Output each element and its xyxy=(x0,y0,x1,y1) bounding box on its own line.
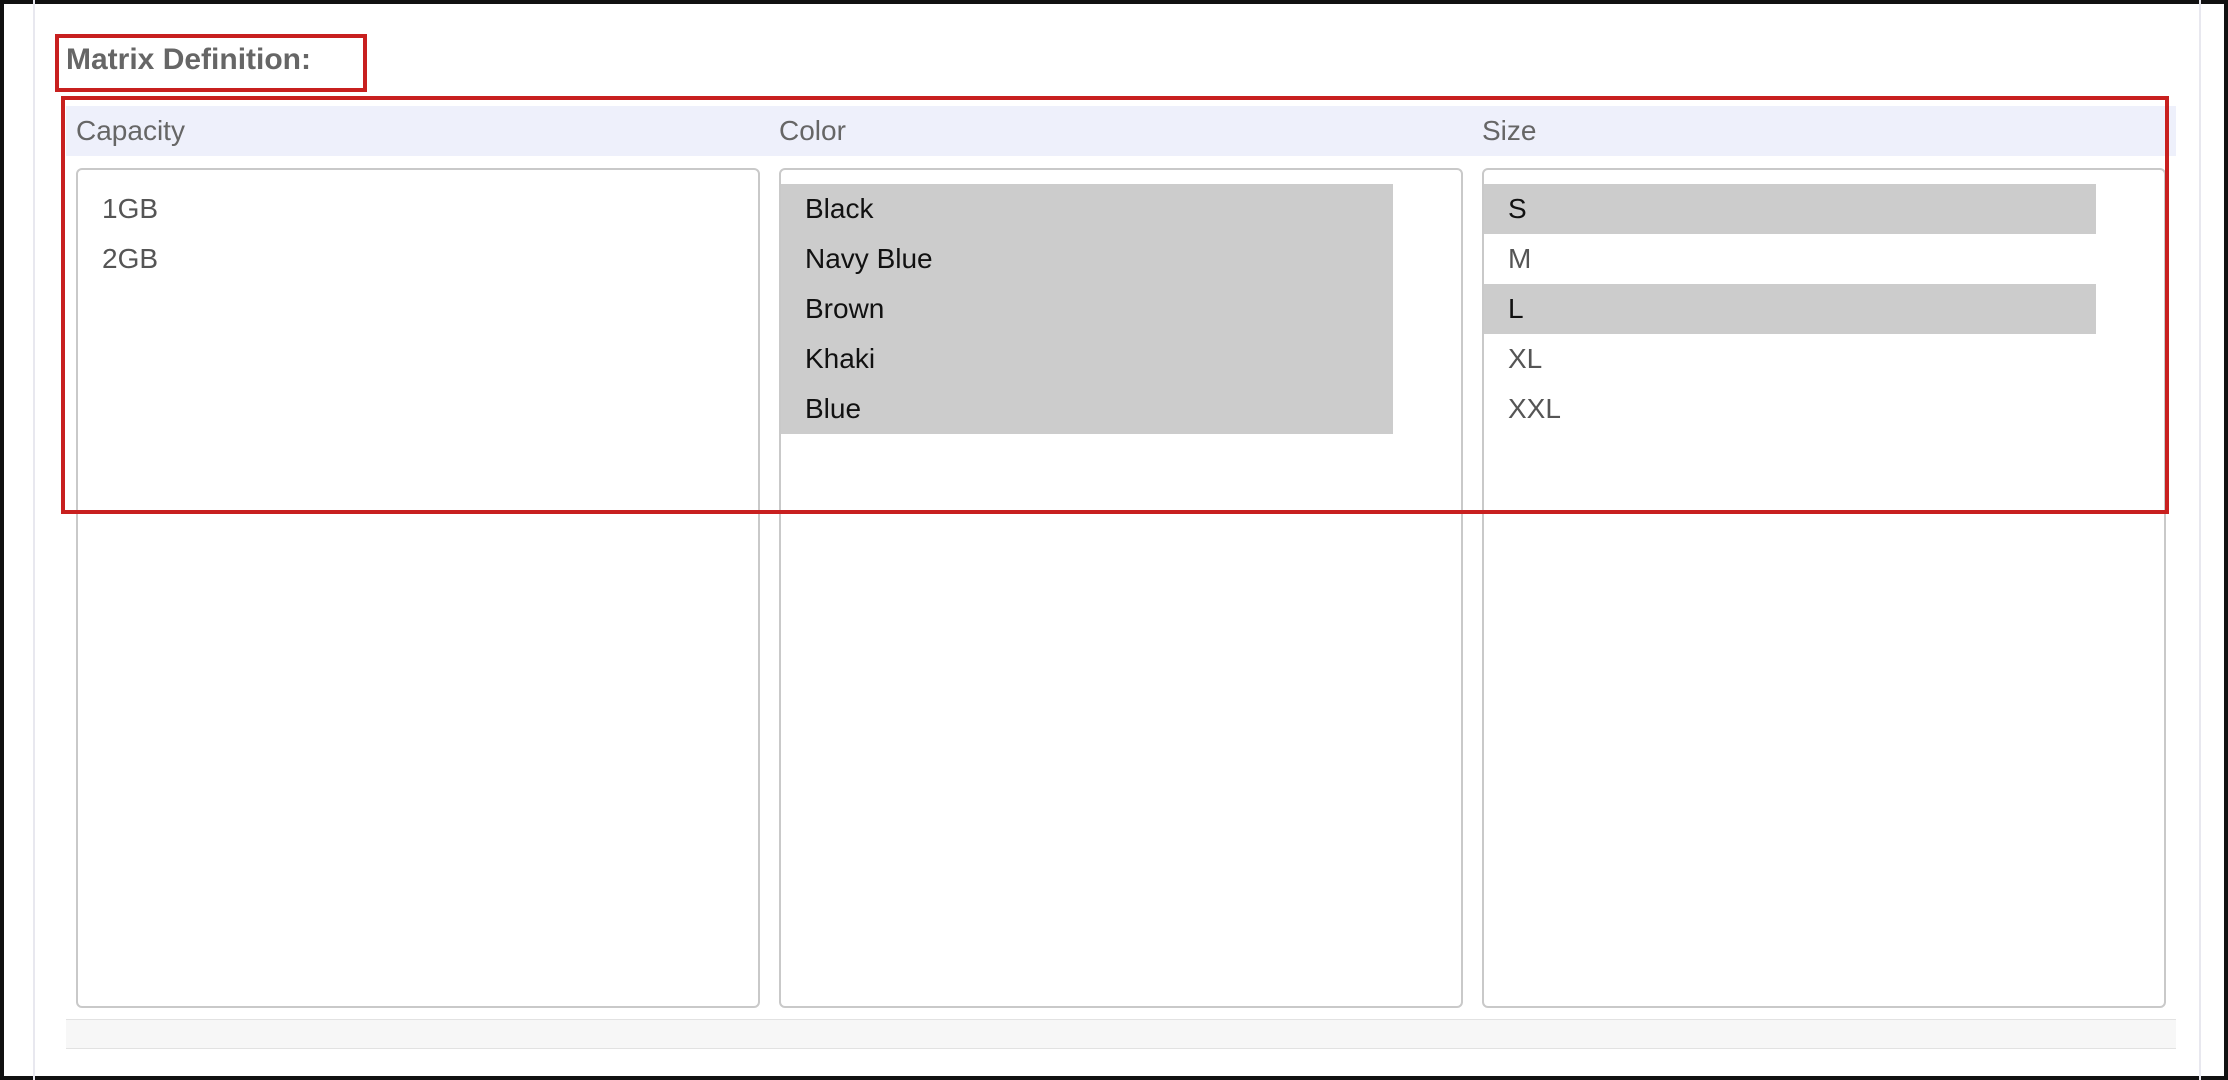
capacity-label: Capacity xyxy=(76,115,185,146)
size-option[interactable]: XL xyxy=(1484,334,2096,384)
capacity-option[interactable]: 1GB xyxy=(78,184,690,234)
capacity-option[interactable]: 2GB xyxy=(78,234,690,284)
section-title: Matrix Definition: xyxy=(66,43,311,76)
color-option[interactable]: Khaki xyxy=(781,334,1393,384)
color-option[interactable]: Navy Blue xyxy=(781,234,1393,284)
matrix-header-band xyxy=(66,106,2176,156)
size-label: Size xyxy=(1482,115,1537,146)
left-divider xyxy=(33,0,35,1080)
color-option[interactable]: Black xyxy=(781,184,1393,234)
size-option[interactable]: M xyxy=(1484,234,2096,284)
color-label: Color xyxy=(779,115,846,146)
capacity-listbox[interactable]: 1GB 2GB xyxy=(76,168,760,1008)
size-listbox[interactable]: S M L XL XXL xyxy=(1482,168,2166,1008)
size-option[interactable]: XXL xyxy=(1484,384,2096,434)
color-option[interactable]: Blue xyxy=(781,384,1393,434)
color-option[interactable]: Brown xyxy=(781,284,1393,334)
color-listbox[interactable]: Black Navy Blue Brown Khaki Blue xyxy=(779,168,1463,1008)
size-option[interactable]: S xyxy=(1484,184,2096,234)
size-option[interactable]: L xyxy=(1484,284,2096,334)
right-divider xyxy=(2199,0,2201,1080)
footer-band xyxy=(66,1019,2176,1049)
